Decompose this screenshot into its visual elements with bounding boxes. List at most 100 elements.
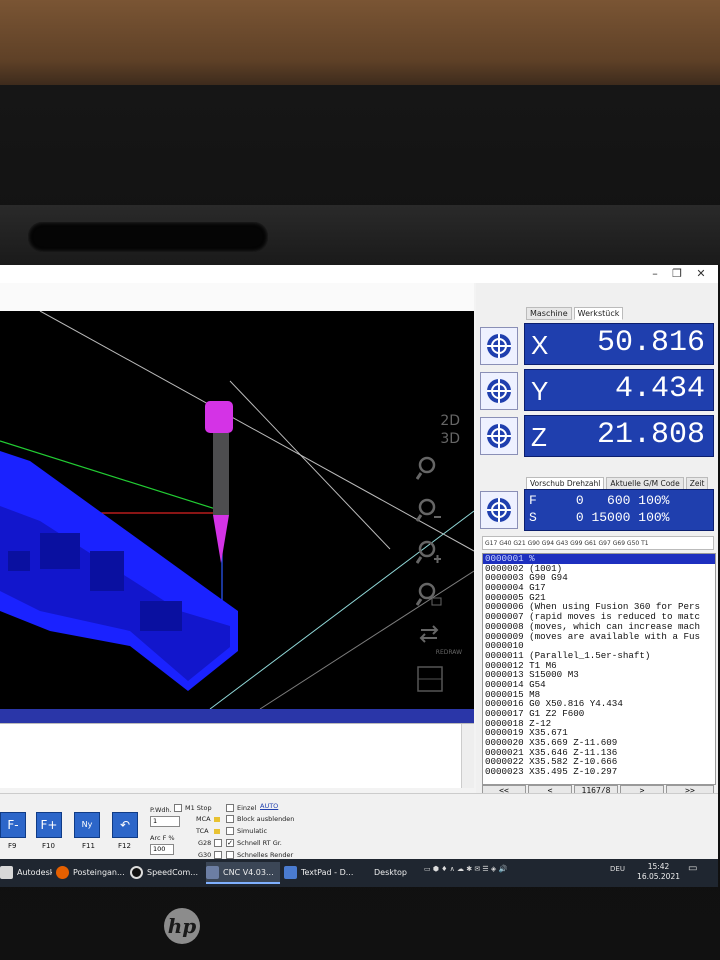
clock-time: 15:42 (647, 862, 670, 871)
crosshair-icon (487, 424, 511, 448)
notification-icon[interactable]: ▭ (688, 863, 697, 874)
title-bar: – ❐ ✕ (0, 265, 718, 283)
block-ausblenden-checkbox[interactable] (226, 815, 234, 823)
schnelles-render-label: Schnelles Render (237, 851, 294, 859)
feed-plus-button[interactable]: F+ (36, 812, 62, 838)
view-2d-button[interactable]: 2D (440, 413, 460, 429)
clock-date: 16.05.2021 (637, 872, 680, 881)
task-textpad[interactable]: TextPad - D... (284, 862, 360, 884)
menu-bar (0, 283, 474, 314)
feed-override-button[interactable] (480, 491, 518, 529)
program-listing[interactable]: 0000001 % 0000002 (1001) 0000003 G90 G94 00… (482, 553, 716, 785)
desktop-toolbar[interactable]: Desktop (374, 862, 414, 884)
schnell-rt-label: Schnell RT Gr. (237, 839, 282, 847)
axis-y-label: Y (531, 376, 549, 406)
status-bar (0, 709, 474, 723)
arc-input[interactable]: 100 (150, 844, 174, 855)
clock[interactable]: 15:42 16.05.2021 (637, 862, 680, 882)
simulatic-label: Simulatic (237, 827, 268, 835)
task-speedcom-label: SpeedCom... (147, 868, 198, 877)
active-gcodes: G17 G40 G21 G90 G94 G43 G99 G61 G97 G69 … (482, 536, 714, 550)
crosshair-icon (487, 498, 511, 522)
control-panel: F- F9 F+ F10 Ny F11 ↶ F12 P.Wdh. 1 Arc F… (0, 793, 718, 860)
speed-set: 15000 (591, 510, 631, 525)
dro-tabs: Maschine Werkstück (526, 307, 625, 320)
einzel-label: Einzel (237, 804, 257, 812)
textpad-icon (284, 866, 297, 879)
zoom-icon[interactable] (416, 455, 442, 481)
mca-label: MCA (196, 815, 211, 823)
tray-icons: ▭ ⬢ ♦ ∧ ☁ ✱ ✉ ☰ ◈ 🔊 (424, 865, 508, 873)
maximize-button[interactable]: ❐ (668, 267, 686, 281)
feed-row: F 0 600 100% (529, 493, 669, 508)
hp-logo: hp (164, 908, 200, 944)
language-indicator[interactable]: DEU (610, 865, 625, 873)
m1-stop-checkbox[interactable] (174, 804, 182, 812)
firefox-icon (56, 866, 69, 879)
zoom-in-icon[interactable] (416, 539, 442, 565)
zoom-out-icon[interactable] (416, 497, 442, 523)
program-line[interactable]: 0000023 X35.495 Z-10.297 (483, 767, 715, 777)
feed-minus-button[interactable]: F- (0, 812, 26, 838)
zero-z-button[interactable] (480, 417, 518, 455)
axis-x-label: X (531, 330, 549, 360)
task-textpad-label: TextPad - D... (301, 868, 354, 877)
feed-label: F (529, 493, 537, 508)
undo-button[interactable]: ↶ (112, 812, 138, 838)
task-mail[interactable]: Posteingan... (56, 862, 126, 884)
einzel-checkbox[interactable] (226, 804, 234, 812)
tca-indicator (214, 829, 220, 834)
close-button[interactable]: ✕ (692, 267, 710, 281)
screen: – ❐ ✕ 2D 3D REDRAW Maschine Werkstück X … (0, 265, 718, 887)
pwdh-input[interactable]: 1 (150, 816, 180, 827)
task-speedcom[interactable]: SpeedCom... (130, 862, 204, 884)
webcam (28, 222, 268, 252)
taskbar: Autodesk F... Posteingan... SpeedCom... … (0, 859, 718, 887)
minimize-button[interactable]: – (646, 267, 664, 281)
cnc-icon (206, 866, 219, 879)
3d-viewport[interactable]: 2D 3D REDRAW (0, 311, 474, 709)
dro-z: Z 21.808 (524, 415, 714, 457)
speed-row: S 0 15000 100% (529, 510, 670, 525)
zero-y-button[interactable] (480, 372, 518, 410)
g30-label: G30 (198, 851, 212, 859)
g28-label: G28 (198, 839, 212, 847)
dro-y: Y 4.434 (524, 369, 714, 411)
redraw-icon[interactable] (416, 621, 442, 647)
g28-checkbox[interactable] (214, 839, 222, 847)
schnell-rt-checkbox[interactable]: ✓ (226, 839, 234, 847)
f9-label: F9 (8, 842, 17, 850)
mca-indicator (214, 817, 220, 822)
view-3d-button[interactable]: 3D (440, 431, 460, 447)
axis-x-value: 50.816 (596, 326, 705, 360)
speed-percent: 100% (638, 510, 670, 525)
tab-werkstueck[interactable]: Werkstück (573, 307, 624, 320)
task-cnc-label: CNC V4.03... (223, 868, 274, 877)
task-autodesk[interactable]: Autodesk F... (0, 862, 52, 884)
tca-label: TCA (196, 827, 209, 835)
new-button[interactable]: Ny (74, 812, 100, 838)
auto-label[interactable]: AUTO (260, 802, 278, 810)
axis-z-label: Z (531, 422, 547, 452)
message-log (0, 723, 474, 788)
f11-label: F11 (82, 842, 95, 850)
autodesk-icon (0, 866, 13, 879)
feed-current: 0 (575, 493, 584, 508)
toolpath-render (0, 311, 474, 709)
log-scrollbar[interactable] (461, 724, 474, 788)
pwdh-label: P.Wdh. (150, 806, 172, 814)
arc-label: Arc F % (150, 834, 175, 842)
zoom-window-icon[interactable] (416, 581, 442, 607)
fit-view-icon[interactable] (416, 665, 444, 693)
schnelles-render-checkbox[interactable] (226, 851, 234, 859)
speed-label: S (529, 510, 537, 525)
tab-maschine[interactable]: Maschine (526, 307, 572, 320)
block-ausblenden-label: Block ausblenden (237, 815, 295, 823)
task-cnc[interactable]: CNC V4.03... (206, 862, 280, 884)
g30-checkbox[interactable] (214, 851, 222, 859)
simulatic-checkbox[interactable] (226, 827, 234, 835)
zero-x-button[interactable] (480, 327, 518, 365)
crosshair-icon (487, 379, 511, 403)
feed-speed-display: F 0 600 100% S 0 15000 100% (524, 489, 714, 531)
task-mail-label: Posteingan... (73, 868, 125, 877)
